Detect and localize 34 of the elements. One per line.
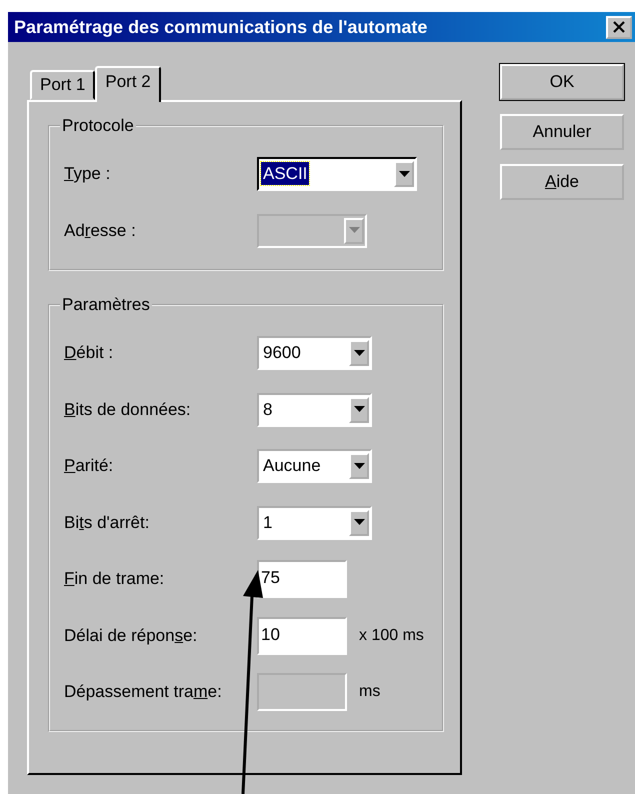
dialog-button[interactable]: OK [500,64,624,100]
field-label: Bits d'arrêt: [64,512,150,533]
window-title: Paramétrage des communications de l'automate [14,16,428,38]
group-title: Protocole [61,116,135,136]
field-label: Dépassement trame: [64,682,223,702]
dropdown[interactable]: ASCII [257,157,417,192]
dropdown[interactable]: 9600 [257,336,372,370]
field-label: Type : [64,164,112,184]
caret-icon [348,227,360,234]
close-button[interactable] [606,16,632,38]
field-label: Délai de réponse: [64,626,198,646]
caret-icon [354,350,364,357]
caret-icon [354,519,364,526]
dropdown[interactable]: 8 [257,392,372,427]
caret-icon [398,170,410,178]
input-field[interactable]: 75 [257,560,347,598]
dialog-button[interactable]: Annuler [500,114,624,150]
dialog-button[interactable]: Aide [500,164,624,200]
field-label: Adresse : [64,220,137,241]
dropdown[interactable]: 1 [257,506,372,540]
field-label: Bits de données: [64,400,192,420]
field-label: Parité: [64,456,114,476]
unit-label: ms [359,683,380,702]
tab[interactable]: Port 2 [95,66,161,102]
tab[interactable]: Port 1 [30,70,96,100]
group-title: Paramètres [61,295,151,315]
caret-icon [354,462,364,470]
unit-label: x 100 ms [359,626,424,645]
field-label: Fin de trame: [64,569,166,590]
caret-icon [354,406,364,414]
close-icon [612,21,626,33]
field-label: Débit : [64,343,114,364]
input-field[interactable]: 10 [257,616,347,655]
dropdown[interactable]: Aucune [257,449,372,484]
